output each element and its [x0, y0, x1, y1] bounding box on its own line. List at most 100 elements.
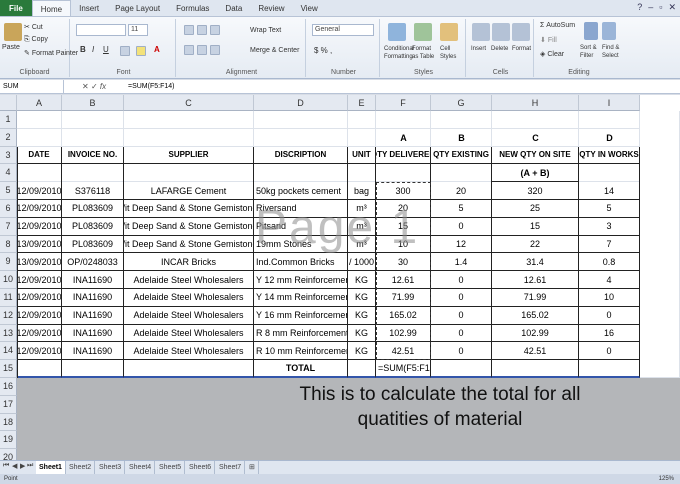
table-header[interactable]: DATE — [17, 146, 62, 165]
table-cell[interactable]: 12/09/2010 — [17, 217, 62, 236]
help-icon[interactable]: ? — [637, 2, 642, 13]
format-painter-button[interactable]: ✎ Format Painter — [24, 49, 78, 57]
restore-icon[interactable]: ▫ — [659, 2, 662, 13]
table-cell[interactable]: INCAR Bricks — [124, 253, 254, 272]
table-cell[interactable] — [579, 164, 640, 183]
table-cell[interactable]: 71.99 — [376, 289, 431, 307]
table-cell[interactable]: 320 — [492, 182, 579, 200]
table-cell[interactable]: KG — [348, 342, 376, 361]
font-size-combo[interactable]: 11 — [128, 24, 148, 36]
table-cell[interactable]: INA11690 — [62, 271, 124, 289]
name-box[interactable]: SUM — [0, 80, 64, 94]
table-cell[interactable]: Adelaide Steel Wholesalers — [124, 289, 254, 307]
minimize-icon[interactable]: – — [648, 2, 653, 13]
table-cell[interactable]: 12/09/2010 — [17, 289, 62, 307]
table-cell[interactable]: Y 16 mm Reinforcement — [254, 306, 348, 325]
row-header-4[interactable]: 4 — [0, 164, 17, 183]
align-middle-icon[interactable] — [197, 25, 207, 35]
table-cell[interactable]: Adelaide Steel Wholesalers — [124, 342, 254, 361]
table-cell[interactable]: 12/09/2010 — [17, 324, 62, 343]
formula-note[interactable]: (A + B) — [492, 164, 579, 183]
table-cell[interactable] — [62, 360, 124, 378]
fx-icon[interactable]: fx — [100, 82, 106, 91]
format-button[interactable]: Format — [512, 46, 531, 52]
table-cell[interactable]: 10 — [579, 289, 640, 307]
delete-cells-icon[interactable] — [492, 23, 510, 41]
cell-styles-icon[interactable] — [440, 23, 458, 41]
italic-icon[interactable]: I — [92, 45, 94, 54]
table-header[interactable]: NEW QTY ON SITE — [492, 146, 579, 165]
table-cell[interactable]: Adelaide Steel Wholesalers — [124, 306, 254, 325]
row-header-2[interactable]: 2 — [0, 128, 17, 147]
row-header-18[interactable]: 18 — [0, 413, 17, 432]
column-header-e[interactable]: E — [348, 95, 376, 111]
table-cell[interactable] — [376, 164, 431, 183]
table-cell[interactable]: 0 — [431, 217, 492, 236]
table-cell[interactable] — [348, 164, 376, 183]
table-cell[interactable]: 42.51 — [376, 342, 431, 361]
table-cell[interactable]: Adelaide Steel Wholesalers — [124, 324, 254, 343]
total-label[interactable]: TOTAL — [254, 360, 348, 378]
table-cell[interactable]: 0 — [431, 289, 492, 307]
table-cell[interactable]: S376118 — [62, 182, 124, 200]
table-cell[interactable]: KG — [348, 289, 376, 307]
table-cell[interactable]: INA11690 — [62, 342, 124, 361]
cell-styles-button[interactable]: Cell Styles — [440, 45, 464, 61]
row-header-9[interactable]: 9 — [0, 253, 17, 272]
sheet-tab-sheet4[interactable]: Sheet4 — [126, 461, 156, 474]
insert-button[interactable]: Insert — [471, 46, 486, 52]
delete-button[interactable]: Delete — [491, 46, 508, 52]
table-header[interactable]: QTY IN WORKS — [579, 146, 640, 165]
table-cell[interactable]: 13/09/2010 — [17, 235, 62, 254]
sheet-tab-sheet2[interactable]: Sheet2 — [66, 461, 96, 474]
tab-review[interactable]: Review — [250, 0, 292, 16]
table-cell[interactable]: 102.99 — [492, 324, 579, 343]
table-cell[interactable]: 300 — [376, 182, 431, 200]
table-cell[interactable]: 42.51 — [492, 342, 579, 361]
table-header[interactable]: QTY EXISTING — [431, 146, 492, 165]
table-cell[interactable]: 165.02 — [376, 306, 431, 325]
wrap-text-button[interactable]: Wrap Text — [250, 27, 281, 34]
font-color-icon[interactable]: A — [154, 45, 160, 54]
table-cell[interactable]: 12/09/2010 — [17, 200, 62, 218]
row-header-17[interactable]: 17 — [0, 395, 17, 414]
prev-sheet-icon[interactable]: ◀ — [12, 462, 17, 470]
row-header-8[interactable]: 8 — [0, 235, 17, 254]
first-sheet-icon[interactable]: ⏮ — [3, 462, 9, 470]
table-cell[interactable]: 0 — [431, 324, 492, 343]
column-header-d[interactable]: D — [254, 95, 348, 111]
table-cell[interactable]: INA11690 — [62, 289, 124, 307]
table-header[interactable]: DISCRIPTION — [254, 146, 348, 165]
table-cell[interactable]: 50kg pockets cement — [254, 182, 348, 200]
row-header-20[interactable]: 20 — [0, 449, 17, 460]
tab-data[interactable]: Data — [217, 0, 250, 16]
table-cell[interactable] — [431, 164, 492, 183]
table-cell[interactable] — [124, 360, 254, 378]
row-header-13[interactable]: 13 — [0, 324, 17, 343]
table-cell[interactable]: OP/0248033 — [62, 253, 124, 272]
table-cell[interactable]: Ind.Common Bricks — [254, 253, 348, 272]
sheet-tab-sheet1[interactable]: Sheet1 — [36, 461, 66, 474]
align-bottom-icon[interactable] — [210, 25, 220, 35]
merge-center-button[interactable]: Merge & Center — [250, 47, 299, 54]
enter-icon[interactable]: ✓ — [91, 82, 98, 91]
table-cell[interactable]: 0 — [579, 306, 640, 325]
fill-button[interactable]: ⬇ Fill — [540, 36, 557, 44]
tab-view[interactable]: View — [293, 0, 326, 16]
font-name-combo[interactable] — [76, 24, 126, 36]
column-header-c[interactable]: C — [124, 95, 254, 111]
table-header[interactable]: INVOICE NO. — [62, 146, 124, 165]
spreadsheet-grid[interactable]: A B C D E F G H I 1 2 3 4 5 6 7 8 9 10 11 12 13 14 15 16 17 18 19 20… — [0, 95, 680, 460]
table-cell[interactable]: Adelaide Steel Wholesalers — [124, 271, 254, 289]
table-cell[interactable]: 15 — [492, 217, 579, 236]
table-cell[interactable] — [124, 164, 254, 183]
align-top-icon[interactable] — [184, 25, 194, 35]
row-header-19[interactable]: 19 — [0, 431, 17, 450]
fill-color-icon[interactable] — [136, 46, 146, 56]
table-cell[interactable]: INA11690 — [62, 306, 124, 325]
table-cell[interactable]: 3 — [579, 217, 640, 236]
row-header-10[interactable]: 10 — [0, 271, 17, 289]
sheet-tab-sheet7[interactable]: Sheet7 — [216, 461, 246, 474]
bold-icon[interactable]: B — [80, 45, 86, 54]
table-cell[interactable]: 12.61 — [376, 271, 431, 289]
